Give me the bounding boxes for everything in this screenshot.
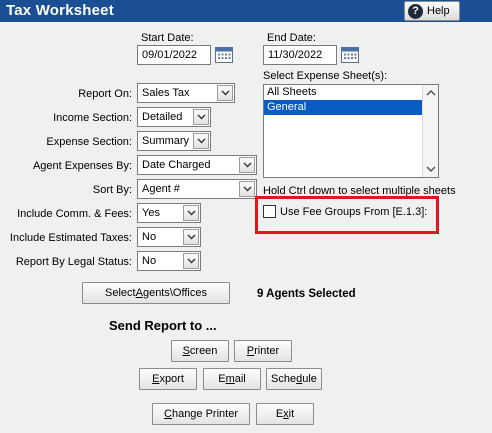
chevron-down-icon[interactable] [193,109,209,125]
screen-button[interactable]: Screen [171,340,229,362]
calendar-icon[interactable] [340,45,360,65]
schedule-label-pre: Sche [271,373,297,385]
chevron-down-icon[interactable] [183,205,199,221]
schedule-label-rest: ule [302,373,317,385]
agent-expenses-by-label: Agent Expenses By: [32,160,132,172]
include-est-taxes-select[interactable]: No [137,227,201,247]
list-item-general[interactable]: General [264,100,422,115]
printer-label-u: P [246,345,255,357]
change-printer-label-rest: hange Printer [171,408,238,420]
expense-section-select[interactable]: Summary [137,131,211,151]
help-icon: ? [408,3,423,19]
sort-by-label: Sort By: [92,184,132,196]
include-est-taxes-label: Include Estimated Taxes: [9,232,132,244]
list-item-all-sheets[interactable]: All Sheets [264,85,422,100]
sort-by-select[interactable]: Agent # [137,179,257,199]
expense-sheets-listbox[interactable]: All Sheets General [263,84,439,178]
send-report-heading: Send Report to ... [109,318,217,333]
start-date-label: Start Date: [141,32,194,44]
screen-label-rest: creen [189,345,218,357]
agent-expenses-by-select[interactable]: Date Charged [137,155,257,175]
schedule-button[interactable]: Sche d ule [266,368,322,390]
chevron-down-icon[interactable] [183,229,199,245]
report-on-select[interactable]: Sales Tax [137,83,235,103]
include-comm-fees-label: Include Comm. & Fees: [17,208,132,220]
export-label-rest: xport [159,373,184,385]
email-label-rest: ail [234,373,246,385]
scroll-up-icon[interactable] [426,89,436,97]
expense-sheets-label: Select Expense Sheet(s): [263,70,388,82]
income-section-label: Income Section: [53,112,132,124]
chevron-down-icon[interactable] [183,253,199,269]
fee-groups-label: Use Fee Groups From [E.1.3]: [280,206,428,218]
export-label-u: E [152,373,160,385]
include-comm-fees-value: Yes [142,207,160,219]
email-label-pre: E [218,373,226,385]
income-section-value: Detailed [142,111,183,123]
select-agents-label-post: gents\Offices [142,287,207,299]
scroll-down-icon[interactable] [426,165,436,173]
report-on-value: Sales Tax [142,87,190,99]
help-label: Help [427,5,450,17]
change-printer-label-u: C [164,408,172,420]
email-button[interactable]: Em ail [203,368,261,390]
listbox-scrollbar[interactable] [422,85,438,177]
agent-expenses-by-value: Date Charged [142,159,211,171]
expense-section-label: Expense Section: [46,136,132,148]
exit-label-pre: E [275,408,284,420]
include-comm-fees-select[interactable]: Yes [137,203,201,223]
income-section-select[interactable]: Detailed [137,107,211,127]
chevron-down-icon[interactable] [217,85,233,101]
export-button[interactable]: Export [139,368,197,390]
start-date-input[interactable]: 09/01/2022 [137,45,211,65]
title-bar: Tax Worksheet ? Help [0,0,492,22]
help-button[interactable]: ? Help [404,1,460,21]
report-on-label: Report On: [78,88,132,100]
window-title: Tax Worksheet [6,2,114,19]
exit-button[interactable]: Ex it [256,403,314,425]
chevron-down-icon[interactable] [239,157,255,173]
select-agents-label-pre: Select [105,287,136,299]
select-agents-label-u: A [135,287,143,299]
end-date-label: End Date: [267,32,316,44]
include-est-taxes-value: No [142,231,157,243]
calendar-icon[interactable] [214,45,234,65]
expense-section-value: Summary [142,135,190,147]
agents-selected-count: 9 Agents Selected [257,288,356,300]
report-by-legal-status-select[interactable]: No [137,251,201,271]
change-printer-button[interactable]: Change Printer [152,403,250,425]
printer-button[interactable]: Printer [234,340,292,362]
exit-label-rest: it [288,408,295,420]
select-agents-button[interactable]: Select Agents\Offices [82,282,230,304]
report-by-legal-status-value: No [142,255,157,267]
printer-label-rest: rinter [254,345,280,357]
screen-label-u: S [182,345,190,357]
end-date-input[interactable]: 11/30/2022 [263,45,337,65]
fee-groups-checkbox[interactable] [263,205,276,218]
email-label-u: m [225,373,235,385]
report-by-legal-status-label: Report By Legal Status: [15,256,132,268]
chevron-down-icon[interactable] [239,181,255,197]
sort-by-value: Agent # [142,183,180,195]
chevron-down-icon[interactable] [193,133,209,149]
